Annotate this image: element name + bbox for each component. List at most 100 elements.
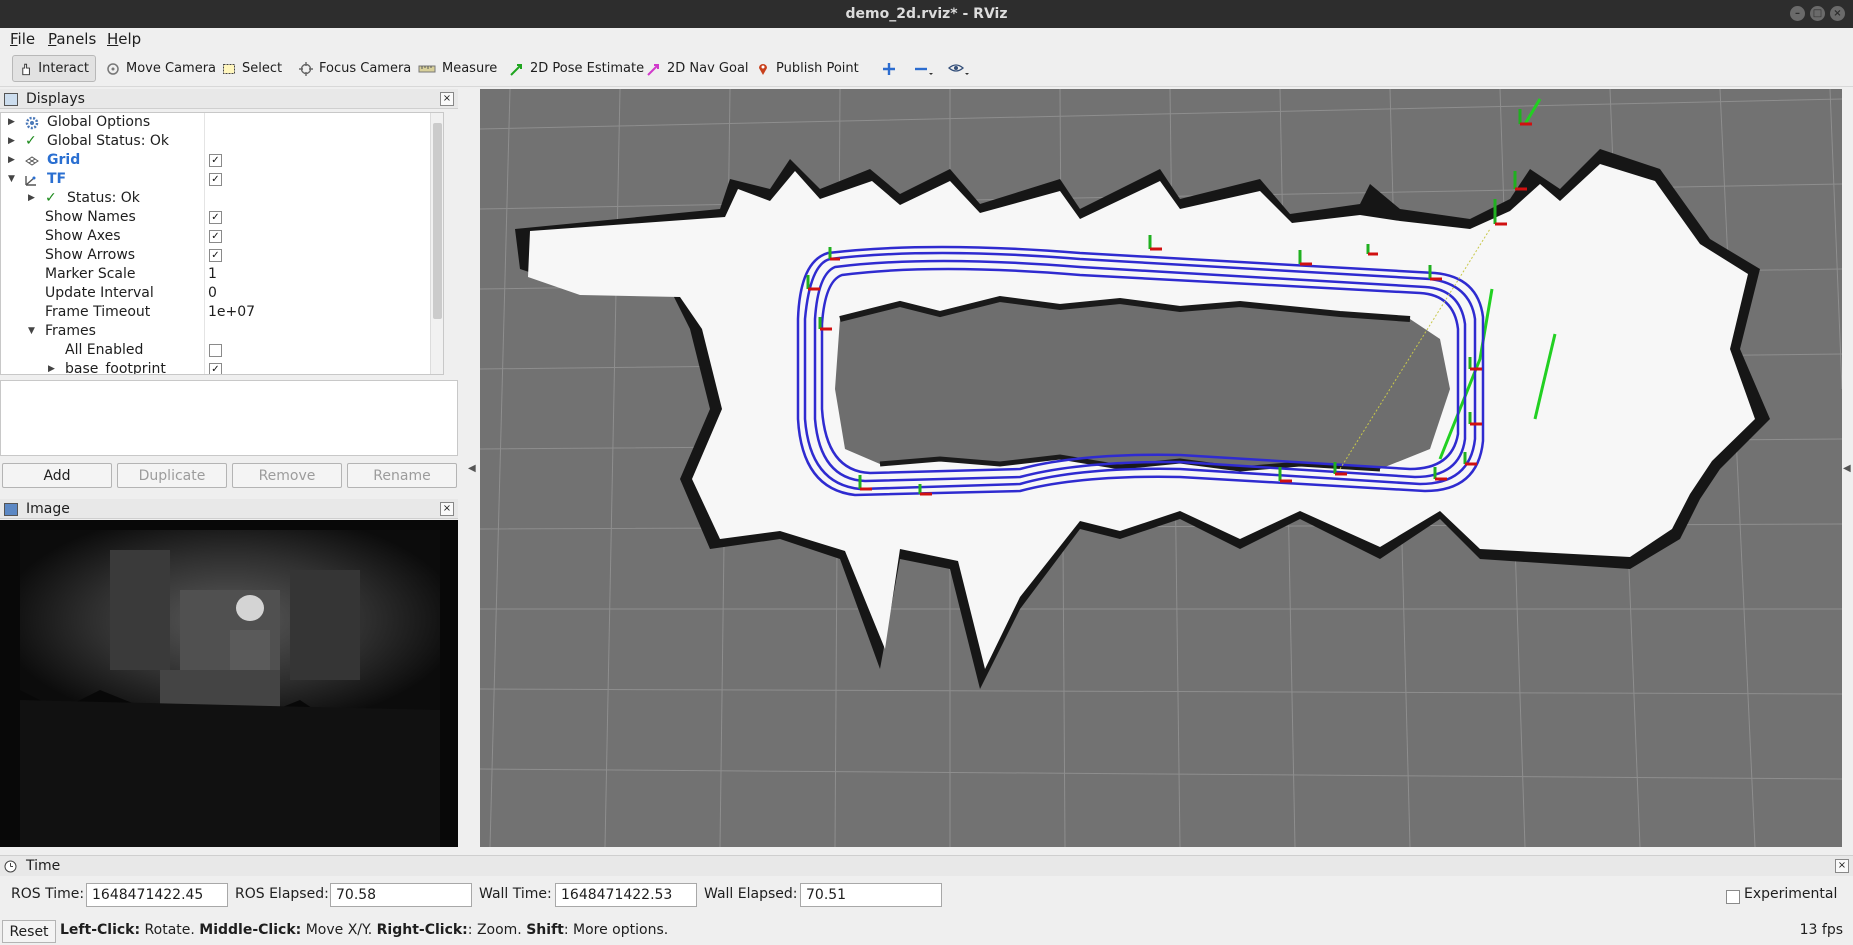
tree-row-update-interval[interactable]: Update Interval 0 (1, 284, 443, 303)
tree-row-marker-scale[interactable]: Marker Scale 1 (1, 265, 443, 284)
nav-goal-tool-button[interactable]: 2D Nav Goal (641, 55, 755, 82)
tree-row-global-options[interactable]: ▶ Global Options (1, 113, 443, 132)
show-axes-checkbox[interactable]: ✓ (209, 230, 222, 243)
axes-icon (25, 176, 36, 186)
displays-tree: ▶ Global Options ▶ ✓ Global Status: Ok ▶… (0, 112, 444, 375)
all-enabled-checkbox[interactable] (209, 344, 222, 357)
close-panel-icon[interactable]: × (1835, 859, 1849, 873)
ruler-icon (418, 65, 436, 72)
plus-icon (883, 62, 895, 75)
add-display-button[interactable]: Add (2, 463, 112, 488)
wall-time-label: Wall Time: (479, 886, 552, 902)
image-panel-header: Image × (0, 499, 458, 519)
grid-enabled-checkbox[interactable]: ✓ (209, 154, 222, 167)
close-window-icon[interactable]: × (1830, 6, 1845, 21)
inner-obstacle (835, 299, 1450, 469)
tree-row-status-ok[interactable]: ▶ ✓ Status: Ok (1, 189, 443, 208)
tree-row-show-axes[interactable]: Show Axes ✓ (1, 227, 443, 246)
publish-point-tool-button[interactable]: Publish Point (750, 55, 865, 82)
fps-counter: 13 fps (1799, 922, 1843, 938)
marker-scale-value[interactable]: 1 (208, 265, 217, 284)
view-tool-button[interactable] (942, 55, 976, 82)
image-icon (4, 503, 18, 516)
rename-display-button[interactable]: Rename (347, 463, 457, 488)
collapse-left-icon[interactable]: ◀ (468, 463, 476, 474)
ros-elapsed-field[interactable]: 70.58 (330, 883, 472, 907)
menu-file[interactable]: File (10, 30, 35, 48)
collapse-right-icon[interactable]: ◀ (1843, 463, 1851, 474)
scrollbar-thumb[interactable] (433, 123, 442, 319)
status-bar: Reset Left-Click: Rotate. Middle-Click: … (0, 918, 1853, 945)
show-arrows-checkbox[interactable]: ✓ (209, 249, 222, 262)
select-tool-button[interactable]: Select (216, 55, 288, 82)
show-names-checkbox[interactable]: ✓ (209, 211, 222, 224)
maximize-icon[interactable]: □ (1810, 6, 1825, 21)
close-panel-icon[interactable]: × (440, 502, 454, 516)
tree-row-global-status[interactable]: ▶ ✓ Global Status: Ok (1, 132, 443, 151)
remove-tool-button[interactable] (908, 55, 940, 82)
menu-help[interactable]: Help (107, 30, 141, 48)
update-interval-value[interactable]: 0 (208, 284, 217, 303)
tree-row-all-enabled[interactable]: All Enabled (1, 341, 443, 360)
checkmark-icon: ✓ (25, 133, 37, 149)
green-arrow-icon (510, 63, 522, 76)
monitor-icon (4, 93, 18, 106)
tree-row-show-arrows[interactable]: Show Arrows ✓ (1, 246, 443, 265)
reset-button[interactable]: Reset (2, 920, 56, 943)
occupancy-map-render (480, 89, 1842, 847)
tree-row-frames[interactable]: ▼ Frames (1, 322, 443, 341)
clock-icon (4, 860, 17, 873)
expand-arrow-icon[interactable]: ▶ (8, 151, 18, 170)
displays-scrollbar[interactable] (430, 113, 443, 374)
expand-arrow-icon[interactable]: ▶ (8, 132, 18, 151)
expand-arrow-icon[interactable]: ▶ (28, 189, 38, 208)
window-title: demo_2d.rviz* - RViz (845, 6, 1008, 22)
move-camera-icon (107, 62, 119, 75)
tree-row-grid[interactable]: ▶ Grid ✓ (1, 151, 443, 170)
3d-render-viewport[interactable] (480, 89, 1842, 847)
select-box-icon (223, 63, 235, 74)
experimental-label: Experimental (1744, 886, 1838, 902)
minus-dropdown-icon (915, 67, 933, 75)
pose-estimate-tool-button[interactable]: 2D Pose Estimate (504, 55, 650, 82)
close-panel-icon[interactable]: × (440, 92, 454, 106)
menu-panels[interactable]: Panels (48, 30, 96, 48)
ros-time-label: ROS Time: (11, 886, 85, 902)
tf-enabled-checkbox[interactable]: ✓ (209, 173, 222, 186)
gear-icon (25, 116, 39, 130)
duplicate-display-button[interactable]: Duplicate (117, 463, 227, 488)
base-footprint-checkbox[interactable]: ✓ (209, 363, 222, 374)
eye-dropdown-icon (948, 63, 969, 75)
tree-row-show-names[interactable]: Show Names ✓ (1, 208, 443, 227)
frame-timeout-value[interactable]: 1e+07 (208, 303, 255, 322)
wall-time-field[interactable]: 1648471422.53 (555, 883, 697, 907)
measure-tool-button[interactable]: Measure (412, 55, 503, 82)
remove-display-button[interactable]: Remove (232, 463, 342, 488)
mouse-help-text: Left-Click: Rotate. Middle-Click: Move X… (60, 922, 669, 938)
interact-tool-button[interactable]: Interact (12, 55, 96, 82)
tree-row-frame-timeout[interactable]: Frame Timeout 1e+07 (1, 303, 443, 322)
displays-title: Displays (26, 91, 85, 107)
time-panel-title: Time (26, 858, 61, 874)
property-description-box (0, 380, 458, 456)
expand-arrow-icon[interactable]: ▶ (8, 113, 18, 132)
move-camera-tool-button[interactable]: Move Camera (100, 55, 222, 82)
add-tool-button[interactable] (876, 55, 902, 82)
experimental-checkbox[interactable] (1726, 890, 1740, 904)
tree-row-base-footprint[interactable]: ▶ base_footprint ✓ (1, 360, 443, 374)
menu-bar: File Panels Help (0, 28, 1853, 50)
hand-cursor-icon (22, 63, 30, 75)
image-panel-title: Image (26, 501, 70, 517)
map-pin-icon (759, 63, 767, 75)
minimize-icon[interactable]: – (1790, 6, 1805, 21)
magenta-arrow-icon (647, 63, 659, 76)
focus-camera-tool-button[interactable]: Focus Camera (293, 55, 417, 82)
window-titlebar: demo_2d.rviz* - RViz – □ × (0, 0, 1853, 28)
collapse-arrow-icon[interactable]: ▼ (28, 322, 38, 341)
ros-time-field[interactable]: 1648471422.45 (86, 883, 228, 907)
wall-elapsed-field[interactable]: 70.51 (800, 883, 942, 907)
collapse-arrow-icon[interactable]: ▼ (8, 170, 18, 189)
expand-arrow-icon[interactable]: ▶ (48, 360, 58, 374)
tree-row-tf[interactable]: ▼ TF ✓ (1, 170, 443, 189)
grid-icon (25, 156, 39, 166)
